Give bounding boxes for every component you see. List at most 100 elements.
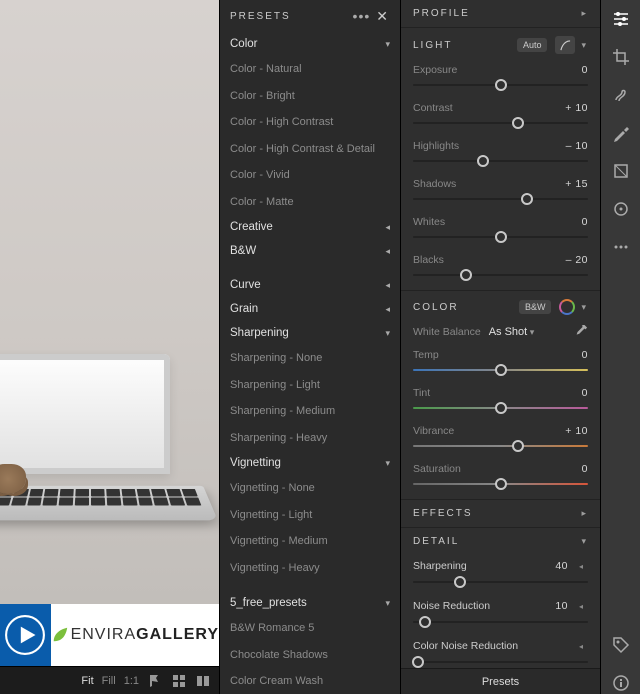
linear-gradient-icon[interactable] (610, 160, 632, 182)
tag-icon[interactable] (610, 634, 632, 656)
expand-icon[interactable]: ◂ (574, 559, 588, 573)
preset-group-header[interactable]: Creative◂ (220, 215, 400, 239)
chevron-right-icon: ▸ (581, 508, 588, 519)
more-icon[interactable] (610, 236, 632, 258)
chevron-down-icon: ▾ (581, 40, 588, 51)
logo-text-1: ENVIRA (71, 626, 137, 644)
preset-item[interactable]: Color - Bright (220, 83, 400, 110)
preset-item[interactable]: Color - Matte (220, 189, 400, 216)
white-balance-select[interactable]: As Shot (489, 326, 535, 338)
compare-icon[interactable] (195, 673, 211, 689)
slider-label: Saturation (413, 463, 461, 475)
radial-gradient-icon[interactable] (610, 198, 632, 220)
bw-button[interactable]: B&W (519, 300, 552, 314)
presets-title: PRESETS (230, 11, 291, 22)
preset-item[interactable]: Sharpening - Heavy (220, 425, 400, 452)
preset-item[interactable]: Sharpening - Light (220, 372, 400, 399)
presets-menu-icon[interactable]: ••• (353, 9, 371, 23)
preset-item[interactable]: Sharpening - None (220, 345, 400, 372)
slider-value: + 15 (565, 178, 588, 190)
photo-panel: ENVIRAGALLERY Fit Fill 1:1 (0, 0, 219, 694)
preset-item[interactable]: Vignetting - Medium (220, 528, 400, 555)
eyedropper-icon[interactable] (574, 325, 588, 339)
slider-temp: Temp0 (401, 347, 600, 385)
crop-icon[interactable] (610, 46, 632, 68)
preset-group-header[interactable]: Color▾ (220, 32, 400, 56)
preset-item[interactable]: Color - High Contrast & Detail (220, 136, 400, 163)
preset-item[interactable]: Color - Natural (220, 56, 400, 83)
preset-group-header[interactable]: Sharpening▾ (220, 321, 400, 345)
preset-item[interactable]: Color - Vivid (220, 162, 400, 189)
expand-icon[interactable]: ◂ (574, 639, 588, 653)
profile-header[interactable]: PROFILE ▸ (401, 0, 600, 27)
slider-contrast: Contrast+ 10 (401, 100, 600, 138)
slider-value: 0 (582, 64, 588, 76)
zoom-1-1[interactable]: 1:1 (124, 675, 139, 687)
presets-toggle-button[interactable]: Presets (401, 668, 600, 694)
preset-item[interactable]: Vignetting - None (220, 475, 400, 502)
detail-track[interactable] (413, 575, 588, 589)
preset-item[interactable]: Vignetting - Heavy (220, 555, 400, 582)
preset-group-header[interactable]: 5_free_presets▾ (220, 591, 400, 615)
light-header[interactable]: LIGHT Auto ▾ (401, 27, 600, 62)
slider-track[interactable] (413, 230, 588, 244)
edit-sliders-icon[interactable] (610, 8, 632, 30)
grid-icon[interactable] (171, 673, 187, 689)
slider-track[interactable] (413, 363, 588, 377)
slider-label: Exposure (413, 64, 457, 76)
detail-title: DETAIL (413, 536, 459, 547)
detail-header[interactable]: DETAIL ▾ (401, 527, 600, 555)
presets-list[interactable]: Color▾Color - NaturalColor - BrightColor… (220, 32, 400, 694)
slider-highlights: Highlights– 10 (401, 138, 600, 176)
slider-track[interactable] (413, 116, 588, 130)
preset-group-header[interactable]: Grain◂ (220, 297, 400, 321)
close-icon[interactable]: ✕ (376, 9, 390, 23)
slider-label: Whites (413, 216, 445, 228)
preset-item[interactable]: Sharpening - Medium (220, 398, 400, 425)
effects-header[interactable]: EFFECTS ▸ (401, 499, 600, 527)
logo-text-2: GALLERY (136, 626, 219, 644)
auto-button[interactable]: Auto (517, 38, 548, 52)
slider-track[interactable] (413, 401, 588, 415)
slider-track[interactable] (413, 192, 588, 206)
detail-label: Noise Reduction (413, 600, 555, 612)
preset-group-header[interactable]: Curve◂ (220, 273, 400, 297)
preset-group-header[interactable]: Vignetting▾ (220, 451, 400, 475)
slider-track[interactable] (413, 78, 588, 92)
watermark-strip: ENVIRAGALLERY (0, 604, 219, 666)
preset-item[interactable]: Color Cream Wash (220, 668, 400, 694)
presets-panel: PRESETS ••• ✕ Color▾Color - NaturalColor… (219, 0, 401, 694)
photo-canvas[interactable] (0, 0, 219, 604)
slider-value: 0 (582, 216, 588, 228)
white-balance-label: White Balance (413, 326, 481, 338)
preset-item[interactable]: B&W Romance 5 (220, 615, 400, 642)
info-icon[interactable] (610, 672, 632, 694)
chevron-right-icon: ▸ (581, 8, 588, 19)
detail-track[interactable] (413, 615, 588, 629)
slider-label: Contrast (413, 102, 453, 114)
slider-track[interactable] (413, 439, 588, 453)
edit-scroll[interactable]: PROFILE ▸ LIGHT Auto ▾ Exposure 0 Contras… (401, 0, 600, 668)
expand-icon[interactable]: ◂ (574, 599, 588, 613)
slider-label: Blacks (413, 254, 444, 266)
preset-item[interactable]: Chocolate Shadows (220, 642, 400, 669)
detail-label: Sharpening (413, 560, 555, 572)
brush-icon[interactable] (610, 122, 632, 144)
detail-label: Color Noise Reduction (413, 640, 568, 652)
profile-title: PROFILE (413, 8, 470, 19)
zoom-fit[interactable]: Fit (81, 675, 93, 687)
zoom-fill[interactable]: Fill (102, 675, 116, 687)
slider-track[interactable] (413, 154, 588, 168)
slider-track[interactable] (413, 477, 588, 491)
preset-item[interactable]: Vignetting - Light (220, 502, 400, 529)
color-mixer-icon[interactable] (559, 299, 575, 315)
detail-track[interactable] (413, 655, 588, 668)
slider-value: + 10 (565, 425, 588, 437)
preset-group-header[interactable]: B&W◂ (220, 239, 400, 263)
preset-item[interactable]: Color - High Contrast (220, 109, 400, 136)
flag-icon[interactable] (147, 673, 163, 689)
tone-curve-icon[interactable] (555, 36, 575, 54)
color-header[interactable]: COLOR B&W ▾ (401, 290, 600, 323)
healing-brush-icon[interactable] (610, 84, 632, 106)
slider-track[interactable] (413, 268, 588, 282)
